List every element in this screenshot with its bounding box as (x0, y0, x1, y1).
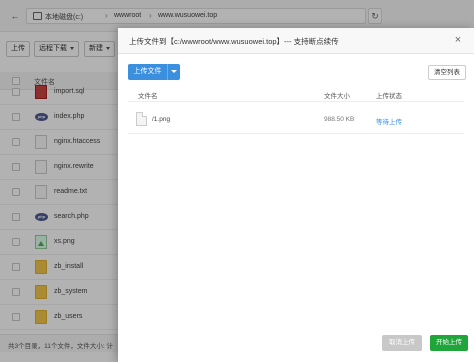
chevron-down-icon[interactable] (168, 64, 180, 80)
upload-list-header: 文件名 文件大小 上传状态 (128, 88, 464, 102)
upload-file-name: /1.png (152, 116, 171, 123)
close-icon[interactable]: × (452, 34, 464, 46)
upload-files-label: 上传文件 (128, 64, 168, 80)
upload-file-row: /1.png 988.50 KB 等待上传 (128, 108, 464, 134)
dialog-header: 上传文件到【c:/wwwroot/www.wusuowei.top】--- 支持… (118, 28, 474, 54)
start-upload-button[interactable]: 开始上传 (430, 335, 468, 351)
upload-dialog: 上传文件到【c:/wwwroot/www.wusuowei.top】--- 支持… (118, 28, 474, 362)
upload-files-button[interactable]: 上传文件 (128, 64, 180, 80)
upload-col-size: 文件大小 (324, 93, 350, 100)
upload-col-status: 上传状态 (376, 93, 402, 100)
upload-file-size: 988.50 KB (324, 116, 355, 123)
upload-file-status: 等待上传 (376, 119, 402, 126)
cancel-upload-button[interactable]: 取消上传 (382, 335, 422, 351)
clear-list-button[interactable]: 清空列表 (428, 65, 466, 80)
dialog-title: 上传文件到【c:/wwwroot/www.wusuowei.top】--- 支持… (129, 37, 339, 46)
upload-col-name: 文件名 (138, 93, 158, 100)
file-icon (136, 112, 147, 126)
